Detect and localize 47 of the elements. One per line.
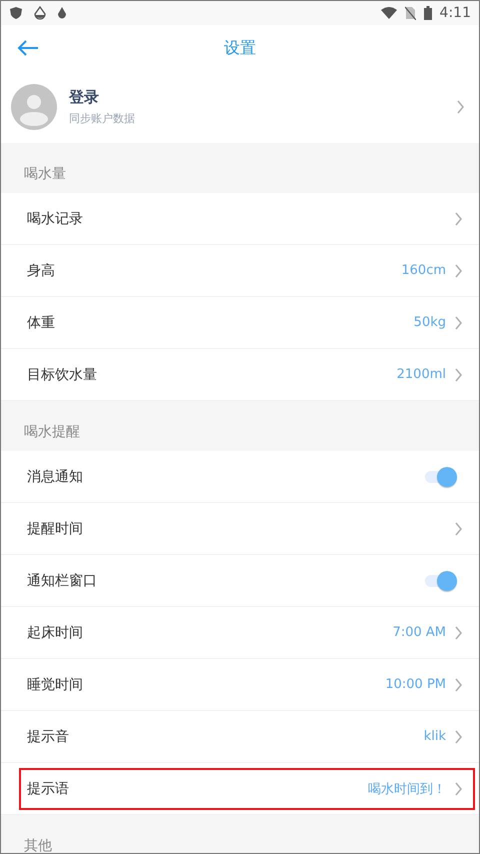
section-title: 喝水提醒	[24, 423, 80, 441]
toggle-switch[interactable]	[423, 466, 459, 488]
row-value: 7:00 AM	[392, 625, 446, 640]
toggle-switch[interactable]	[423, 570, 459, 592]
chevron-right-icon	[454, 210, 463, 226]
profile-row[interactable]: 登录 同步账户数据	[1, 71, 479, 143]
row-value: 2100ml	[396, 367, 446, 382]
row-value: 喝水时间到！	[368, 780, 446, 798]
row-label: 起床时间	[27, 624, 83, 642]
settings-row[interactable]: 提示语 喝水时间到！	[19, 768, 475, 810]
status-time: 4:11	[440, 5, 471, 21]
row-value: klik	[424, 729, 446, 744]
page-title: 设置	[223, 38, 257, 58]
row-label: 提示语	[27, 780, 69, 798]
avatar-icon	[11, 84, 57, 130]
chevron-right-icon	[454, 780, 463, 796]
water-level-icon	[33, 6, 47, 20]
row-label: 目标饮水量	[27, 366, 97, 384]
row-label: 提醒时间	[27, 520, 83, 538]
row-label: 喝水记录	[27, 210, 83, 228]
section-title: 其他	[24, 837, 52, 853]
back-arrow-icon	[17, 40, 39, 56]
chevron-right-icon	[454, 624, 463, 640]
chevron-right-icon	[454, 520, 463, 536]
row-label: 体重	[27, 314, 55, 332]
row-value: 50kg	[414, 315, 446, 330]
chevron-right-icon	[454, 728, 463, 744]
wifi-icon	[380, 7, 397, 19]
drop-icon	[57, 6, 67, 20]
chevron-right-icon	[454, 262, 463, 278]
row-label: 提示音	[27, 728, 69, 746]
no-sim-icon	[404, 6, 416, 20]
battery-icon	[424, 6, 432, 20]
row-label: 睡觉时间	[27, 676, 83, 694]
login-label: 登录	[69, 88, 100, 107]
section-title: 喝水量	[24, 165, 66, 183]
chevron-right-icon	[454, 676, 463, 692]
chevron-right-icon	[456, 99, 465, 115]
profile-subtitle: 同步账户数据	[69, 111, 136, 126]
row-label: 消息通知	[27, 468, 83, 486]
chevron-right-icon	[454, 314, 463, 330]
row-value: 10:00 PM	[385, 677, 446, 692]
shield-icon	[9, 6, 23, 20]
chevron-right-icon	[454, 366, 463, 382]
row-value: 160cm	[401, 263, 446, 278]
row-label: 身高	[27, 262, 55, 280]
row-label: 通知栏窗口	[27, 572, 97, 590]
